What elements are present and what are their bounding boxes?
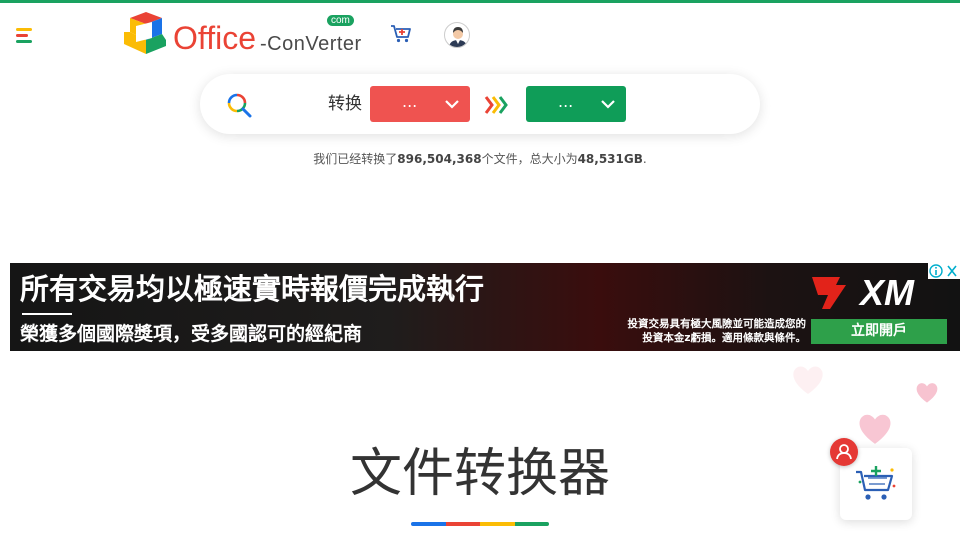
shopping-cart-add-icon: [856, 466, 896, 500]
title-color-underline: [411, 522, 549, 526]
ad-divider: [22, 313, 72, 315]
cart-icon[interactable]: [390, 24, 412, 44]
ad-disclaimer-line-1: 投資交易具有極大風險並可能造成您的: [627, 318, 807, 330]
ad-cta-button[interactable]: 立即開戶: [811, 319, 947, 344]
stats-files-count: 896,504,368: [397, 152, 482, 166]
from-format-value: ...: [402, 92, 418, 111]
site-logo[interactable]: Office -ConVerter com: [122, 10, 362, 56]
logo-suffix: -ConVerter: [260, 33, 362, 55]
ad-headline: 所有交易均以極速實時報價完成執行: [20, 272, 485, 306]
from-format-select[interactable]: ...: [370, 86, 470, 122]
user-badge-icon[interactable]: [830, 438, 858, 466]
logo-word: Office: [173, 20, 256, 56]
chevron-down-icon: [445, 100, 459, 109]
decorative-heart-icon: [916, 383, 938, 403]
convert-label: 转换: [328, 94, 362, 114]
ad-choices[interactable]: [928, 263, 960, 279]
decorative-heart-icon: [859, 414, 891, 444]
user-avatar-icon[interactable]: [444, 22, 470, 48]
double-chevron-right-icon: [484, 96, 508, 114]
stats-total-size: 48,531GB: [577, 152, 643, 166]
ad-close-icon: [947, 265, 957, 277]
hamburger-menu-icon[interactable]: [16, 28, 34, 44]
office-cube-logo-icon: [124, 12, 166, 54]
ad-subline: 榮獲多個國際獎項，受多國認可的經紀商: [20, 323, 363, 345]
to-format-value: ...: [558, 92, 574, 111]
to-format-select[interactable]: ...: [526, 86, 626, 122]
decorative-heart-icon: [793, 366, 823, 394]
stats-suffix: .: [642, 152, 647, 166]
conversion-stats: 我们已经转换了896,504,368个文件，总大小为48,531GB.: [0, 150, 960, 167]
stats-middle: 个文件，总大小为: [481, 152, 578, 166]
ad-disclaimer-line-2: 投資本金z虧損。適用條款與條件。: [642, 332, 806, 344]
page-title: 文件转换器: [349, 444, 610, 504]
chevron-down-icon: [601, 100, 615, 109]
top-accent-bar: [0, 0, 960, 3]
ad-disclaimer: 投資交易具有極大風險並可能造成您的 投資本金z虧損。適用條款與條件。: [616, 317, 807, 345]
logo-com-badge: com: [327, 15, 354, 26]
ad-brand: XM: [858, 272, 915, 311]
search-icon[interactable]: [226, 92, 252, 118]
converter-search-box: 转换 ... ...: [200, 74, 760, 134]
stats-prefix: 我们已经转换了: [313, 152, 398, 166]
ad-banner[interactable]: 所有交易均以極速實時報價完成執行 榮獲多個國際獎項，受多國認可的經紀商 XM 投…: [10, 263, 960, 351]
